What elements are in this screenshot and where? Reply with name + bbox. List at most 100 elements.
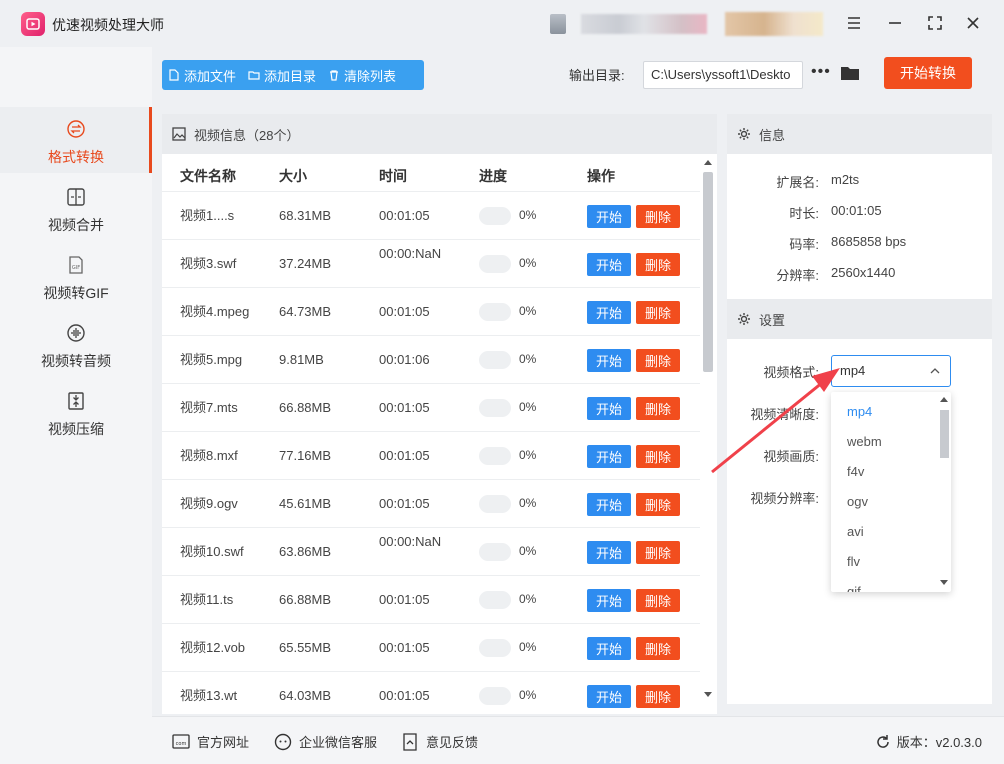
- row-delete-button[interactable]: 删除: [636, 685, 680, 708]
- website-link[interactable]: com 官方网址: [172, 732, 249, 751]
- table-row[interactable]: 视频7.mts 66.88MB 00:01:05 0% 开始 删除: [162, 384, 700, 432]
- close-icon[interactable]: [962, 12, 984, 34]
- format-select[interactable]: mp4: [831, 355, 951, 387]
- account-avatar-icon[interactable]: [550, 14, 566, 34]
- scroll-up-icon[interactable]: [940, 397, 948, 402]
- progress-percent: 0%: [519, 544, 537, 558]
- progress-percent: 0%: [519, 592, 537, 606]
- account-info-blurred[interactable]: [581, 14, 707, 34]
- row-delete-button[interactable]: 删除: [636, 637, 680, 660]
- row-start-button[interactable]: 开始: [587, 685, 631, 708]
- list-scrollbar[interactable]: [700, 154, 717, 714]
- vip-badge-blurred[interactable]: [725, 12, 823, 36]
- format-option-flv[interactable]: flv: [847, 554, 860, 569]
- row-delete-button[interactable]: 删除: [636, 541, 680, 564]
- row-delete-button[interactable]: 删除: [636, 349, 680, 372]
- table-row[interactable]: 视频3.swf 37.24MB 00:00:NaN 0% 开始 删除: [162, 240, 700, 288]
- table-row[interactable]: 视频12.vob 65.55MB 00:01:05 0% 开始 删除: [162, 624, 700, 672]
- start-convert-button[interactable]: 开始转换: [884, 57, 972, 89]
- format-option-ogv[interactable]: ogv: [847, 494, 868, 509]
- table-header: 文件名称 大小 时间 进度 操作: [162, 154, 700, 192]
- minimize-icon[interactable]: [884, 12, 906, 34]
- progress-percent: 0%: [519, 208, 537, 222]
- sidebar-item-video-compress[interactable]: 视频压缩: [0, 379, 152, 445]
- audio-wave-icon: [67, 324, 85, 342]
- sidebar-item-format-convert[interactable]: 格式转换: [0, 107, 152, 173]
- format-option-avi[interactable]: avi: [847, 524, 864, 539]
- file-duration: 00:01:06: [379, 352, 430, 367]
- format-option-gif[interactable]: gif: [847, 584, 861, 592]
- table-row[interactable]: 视频4.mpeg 64.73MB 00:01:05 0% 开始 删除: [162, 288, 700, 336]
- scroll-up-icon[interactable]: [704, 160, 712, 165]
- settings-title: 设置: [759, 312, 786, 328]
- file-name: 视频9.ogv: [180, 496, 238, 511]
- scroll-down-icon[interactable]: [940, 580, 948, 585]
- row-start-button[interactable]: 开始: [587, 301, 631, 324]
- table-row[interactable]: 视频11.ts 66.88MB 00:01:05 0% 开始 删除: [162, 576, 700, 624]
- bitrate-label: 码率:: [789, 237, 819, 252]
- duration-value: 00:01:05: [831, 203, 882, 218]
- format-option-webm[interactable]: webm: [847, 434, 882, 449]
- file-size: 64.73MB: [279, 304, 332, 319]
- table-row[interactable]: 视频5.mpg 9.81MB 00:01:06 0% 开始 删除: [162, 336, 700, 384]
- row-delete-button[interactable]: 删除: [636, 445, 680, 468]
- scroll-thumb[interactable]: [703, 172, 713, 372]
- gear-icon: [738, 313, 750, 325]
- progress-bar: [479, 591, 511, 609]
- file-size: 9.81MB: [279, 352, 324, 367]
- table-row[interactable]: 视频9.ogv 45.61MB 00:01:05 0% 开始 删除: [162, 480, 700, 528]
- row-delete-button[interactable]: 删除: [636, 301, 680, 324]
- clear-list-button[interactable]: 清除列表: [322, 60, 402, 90]
- dropdown-scrollbar[interactable]: [938, 392, 951, 592]
- row-delete-button[interactable]: 删除: [636, 397, 680, 420]
- progress-bar: [479, 495, 511, 513]
- add-directory-button[interactable]: 添加目录: [242, 60, 322, 90]
- row-start-button[interactable]: 开始: [587, 253, 631, 276]
- format-option-mp4[interactable]: mp4: [847, 404, 872, 419]
- table-row[interactable]: 视频8.mxf 77.16MB 00:01:05 0% 开始 删除: [162, 432, 700, 480]
- table-row[interactable]: 视频1....s 68.31MB 00:01:05 0% 开始 删除: [162, 192, 700, 240]
- sidebar-item-video-to-audio[interactable]: 视频转音频: [0, 311, 152, 377]
- refresh-icon[interactable]: [875, 734, 891, 750]
- sidebar-item-video-to-gif[interactable]: GIF 视频转GIF: [0, 243, 152, 309]
- file-name: 视频13.wt: [180, 688, 238, 703]
- chevron-up-icon: [930, 368, 940, 374]
- swap-circle-icon: [67, 120, 85, 138]
- format-option-f4v[interactable]: f4v: [847, 464, 864, 479]
- resolution-info-label: 分辨率:: [776, 268, 819, 283]
- row-start-button[interactable]: 开始: [587, 205, 631, 228]
- row-start-button[interactable]: 开始: [587, 541, 631, 564]
- row-delete-button[interactable]: 删除: [636, 589, 680, 612]
- browse-more-button[interactable]: •••: [811, 63, 831, 81]
- svg-text:GIF: GIF: [72, 265, 80, 271]
- row-delete-button[interactable]: 删除: [636, 493, 680, 516]
- row-start-button[interactable]: 开始: [587, 349, 631, 372]
- row-delete-button[interactable]: 删除: [636, 205, 680, 228]
- version-info: 版本：v2.0.3.0: [875, 732, 982, 751]
- menu-icon[interactable]: [843, 12, 865, 34]
- file-duration: 00:01:05: [379, 496, 430, 511]
- scroll-thumb[interactable]: [940, 410, 949, 458]
- row-delete-button[interactable]: 删除: [636, 253, 680, 276]
- file-duration: 00:01:05: [379, 592, 430, 607]
- row-start-button[interactable]: 开始: [587, 637, 631, 660]
- open-folder-icon[interactable]: [840, 63, 860, 83]
- output-dir-input[interactable]: C:\Users\yssoft1\Deskto: [643, 61, 803, 89]
- add-file-button[interactable]: 添加文件: [162, 60, 242, 90]
- table-row[interactable]: 视频10.swf 63.86MB 00:00:NaN 0% 开始 删除: [162, 528, 700, 576]
- wechat-support-link[interactable]: 企业微信客服: [274, 732, 377, 751]
- row-start-button[interactable]: 开始: [587, 589, 631, 612]
- file-duration: 00:01:05: [379, 208, 430, 223]
- row-start-button[interactable]: 开始: [587, 397, 631, 420]
- file-name: 视频11.ts: [180, 592, 234, 607]
- row-start-button[interactable]: 开始: [587, 493, 631, 516]
- table-row[interactable]: 视频13.wt 64.03MB 00:01:05 0% 开始 删除: [162, 672, 700, 714]
- progress-bar: [479, 399, 511, 417]
- sidebar-item-video-merge[interactable]: 视频合并: [0, 175, 152, 241]
- row-start-button[interactable]: 开始: [587, 445, 631, 468]
- file-name: 视频10.swf: [180, 544, 244, 559]
- maximize-icon[interactable]: [924, 12, 946, 34]
- scroll-down-icon[interactable]: [704, 692, 712, 697]
- format-selected-value: mp4: [840, 363, 866, 378]
- feedback-link[interactable]: 意见反馈: [401, 732, 478, 751]
